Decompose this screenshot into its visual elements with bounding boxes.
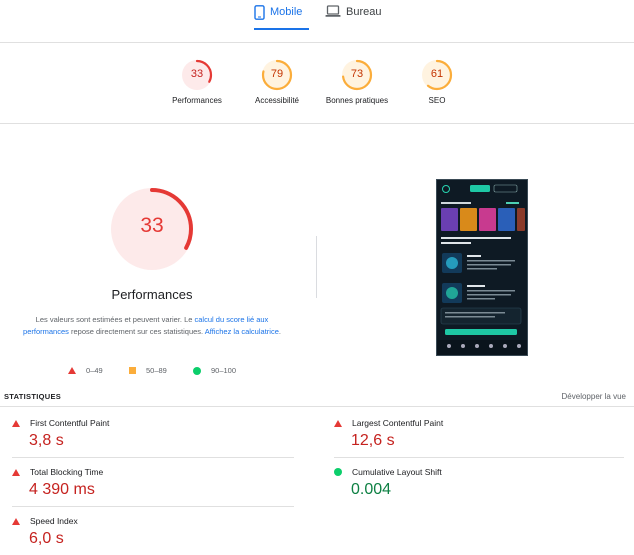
note-text: . bbox=[278, 327, 281, 336]
tab-desktop[interactable]: Bureau bbox=[325, 0, 385, 30]
metric-name: Largest Contentful Paint bbox=[352, 418, 444, 428]
summary-score: 73 bbox=[350, 68, 364, 80]
score-note: Les valeurs sont estimées et peuvent var… bbox=[20, 314, 284, 338]
laptop-icon bbox=[325, 5, 341, 17]
orange-square-icon bbox=[129, 367, 136, 374]
device-tabs: Mobile Bureau bbox=[0, 0, 634, 30]
summary-gauge-seo[interactable]: 61 SEO bbox=[397, 58, 477, 105]
metric-name: First Contentful Paint bbox=[30, 418, 110, 428]
summary-label: Performances bbox=[172, 96, 222, 105]
summary-gauge-accessibility[interactable]: 79 Accessibilité bbox=[237, 58, 317, 105]
summary-label: Bonnes pratiques bbox=[325, 96, 389, 105]
summary-gauge-best-practices[interactable]: 73 Bonnes pratiques bbox=[317, 58, 397, 105]
metric-speed-index: Speed Index 6,0 s bbox=[12, 516, 292, 548]
divider bbox=[0, 42, 634, 43]
metric-cumulative-layout-shift: Cumulative Layout Shift 0.004 bbox=[334, 467, 614, 499]
red-triangle-icon bbox=[12, 468, 20, 476]
metric-value: 6,0 s bbox=[29, 530, 64, 547]
metric-value: 0.004 bbox=[351, 481, 392, 498]
page-screenshot-thumbnail bbox=[436, 179, 528, 356]
metric-largest-contentful-paint: Largest Contentful Paint 12,6 s bbox=[334, 418, 614, 450]
summary-score: 61 bbox=[430, 68, 444, 80]
note-text: Les valeurs sont estimées et peuvent var… bbox=[35, 315, 195, 324]
divider bbox=[0, 123, 634, 124]
metric-name: Speed Index bbox=[30, 516, 78, 526]
metric-name: Cumulative Layout Shift bbox=[352, 467, 442, 477]
metric-name: Total Blocking Time bbox=[30, 467, 104, 477]
divider bbox=[12, 506, 294, 507]
score-legend: 0–49 50–89 90–100 bbox=[68, 366, 268, 378]
summary-label: Accessibilité bbox=[254, 96, 299, 105]
legend-item-fail: 0–49 bbox=[68, 366, 103, 375]
metric-value: 4 390 ms bbox=[29, 481, 95, 498]
note-text: repose directement sur ces statistiques. bbox=[68, 327, 205, 336]
legend-range: 50–89 bbox=[146, 366, 167, 375]
green-circle-icon bbox=[334, 468, 342, 476]
red-triangle-icon bbox=[334, 419, 342, 427]
legend-range: 0–49 bbox=[86, 366, 103, 375]
summary-score: 79 bbox=[270, 68, 284, 80]
metric-total-blocking-time: Total Blocking Time 4 390 ms bbox=[12, 467, 292, 499]
tab-mobile[interactable]: Mobile bbox=[254, 0, 309, 30]
score-summary: 33 Performances 79 Accessibilité 73 Bonn… bbox=[0, 58, 634, 118]
legend-item-average: 50–89 bbox=[129, 366, 167, 375]
green-circle-icon bbox=[193, 366, 201, 375]
legend-item-pass: 90–100 bbox=[193, 366, 236, 375]
summary-label: SEO bbox=[428, 96, 446, 105]
metric-value: 12,6 s bbox=[351, 432, 395, 449]
performance-title: Performances bbox=[111, 287, 193, 302]
red-triangle-icon bbox=[12, 419, 20, 427]
metric-first-contentful-paint: First Contentful Paint 3,8 s bbox=[12, 418, 292, 450]
divider bbox=[334, 457, 624, 458]
red-triangle-icon bbox=[12, 517, 20, 525]
phone-icon bbox=[254, 5, 265, 20]
summary-score: 33 bbox=[190, 68, 204, 80]
tab-mobile-label: Mobile bbox=[270, 6, 303, 18]
site-preview-image bbox=[437, 180, 527, 355]
divider bbox=[0, 406, 634, 407]
expand-view-button[interactable]: Développer la vue bbox=[562, 392, 626, 401]
summary-gauge-performance[interactable]: 33 Performances bbox=[157, 58, 237, 105]
metric-value: 3,8 s bbox=[29, 432, 64, 449]
red-triangle-icon bbox=[68, 367, 76, 374]
stats-title: STATISTIQUES bbox=[4, 392, 62, 401]
calculator-link[interactable]: Affichez la calculatrice bbox=[205, 327, 279, 336]
tab-desktop-label: Bureau bbox=[346, 6, 382, 18]
divider bbox=[12, 457, 294, 458]
performance-score: 33 bbox=[140, 214, 164, 237]
legend-range: 90–100 bbox=[211, 366, 237, 375]
vertical-divider bbox=[316, 236, 317, 298]
